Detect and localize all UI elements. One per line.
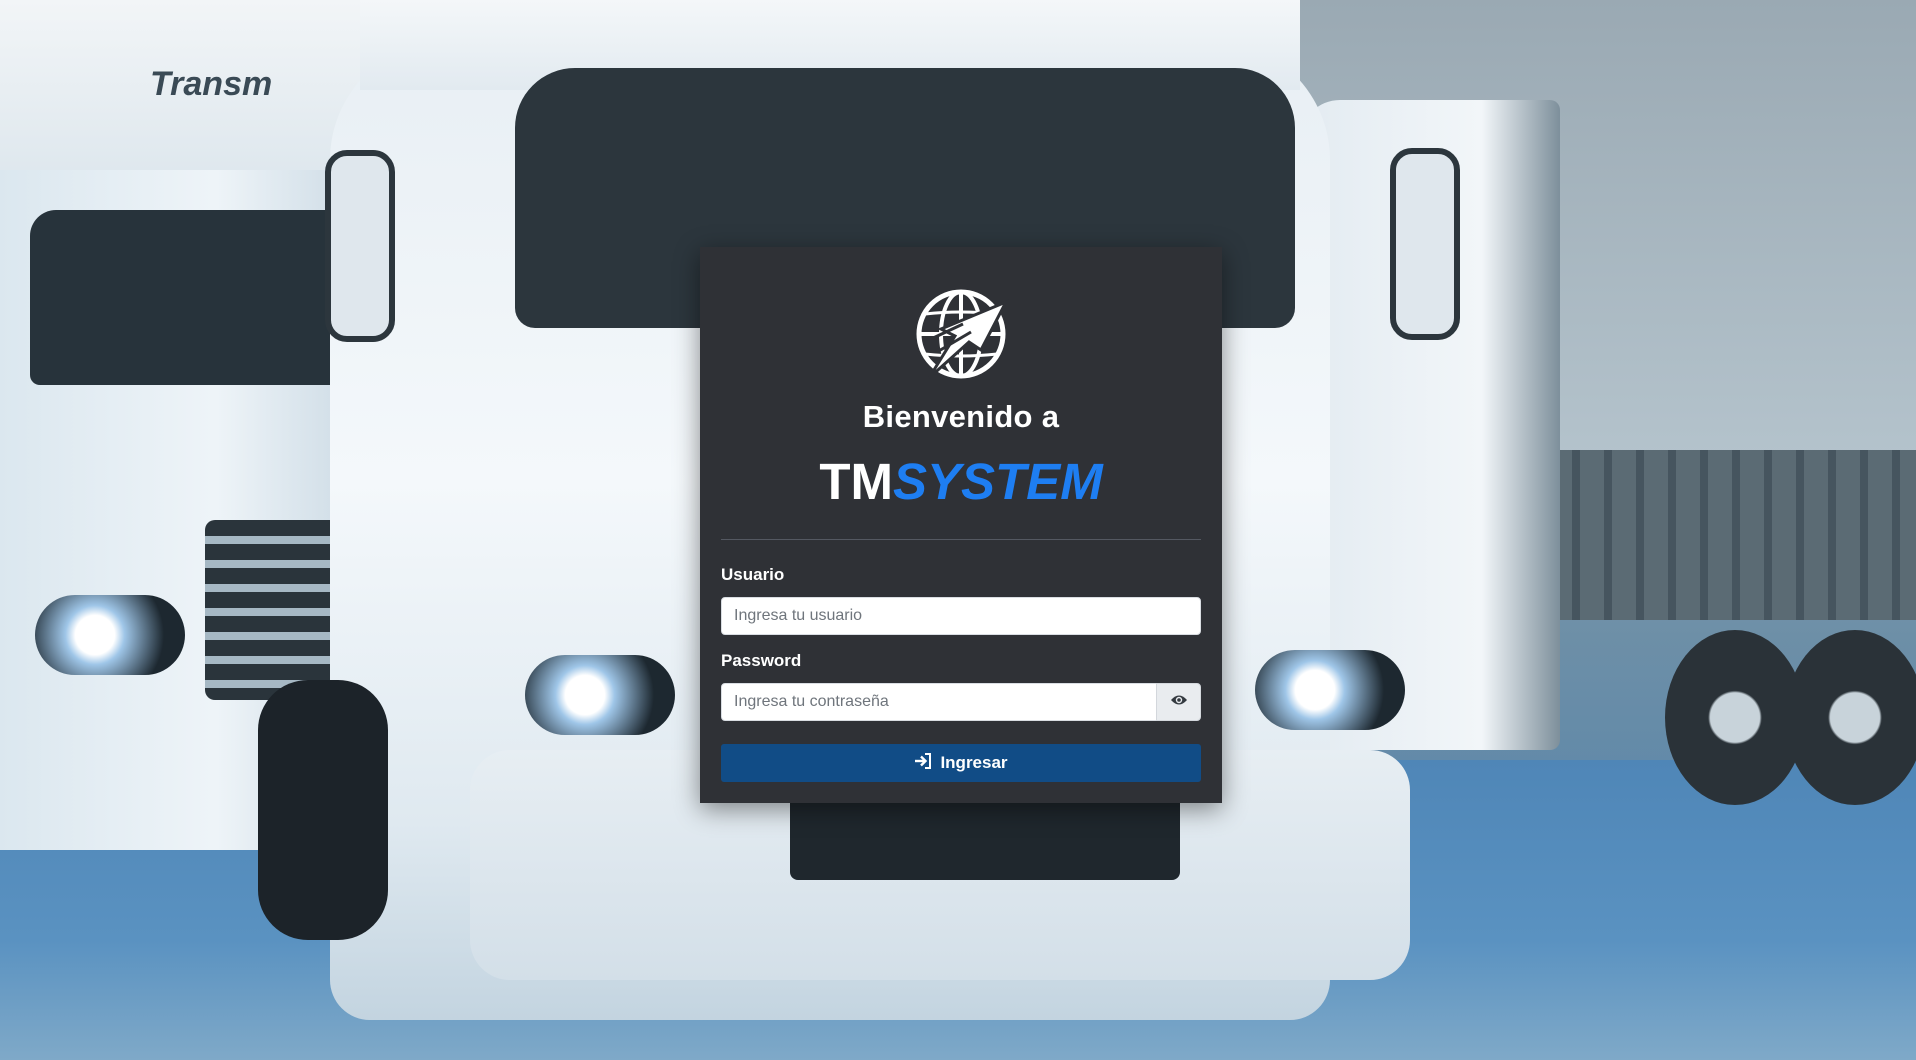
eye-icon xyxy=(1170,693,1188,712)
password-input[interactable] xyxy=(721,683,1157,721)
main-truck-tire xyxy=(258,680,388,940)
globe-plane-logo-icon xyxy=(911,284,1011,384)
left-truck-headlight xyxy=(35,595,185,675)
fence xyxy=(1540,450,1916,620)
main-truck-mirror-left xyxy=(325,150,395,342)
login-button[interactable]: Ingresar xyxy=(721,744,1201,782)
brand-primary: TM xyxy=(819,453,893,510)
username-label: Usuario xyxy=(721,565,785,584)
main-truck-mirror-right xyxy=(1390,148,1460,340)
right-truck-wheel xyxy=(1665,630,1805,805)
main-truck-headlight-right xyxy=(1255,650,1405,730)
truck-brand-text: Transm xyxy=(150,65,273,103)
right-truck-wheel xyxy=(1785,630,1916,805)
login-card: Bienvenido a TMSYSTEM Usuario Password I… xyxy=(700,247,1222,803)
main-truck-headlight-left xyxy=(525,655,675,735)
brand-title: TMSYSTEM xyxy=(700,452,1222,512)
main-truck-grille xyxy=(790,795,1180,880)
sign-in-icon xyxy=(914,752,932,774)
left-truck-windshield xyxy=(30,210,350,385)
divider xyxy=(721,539,1201,540)
welcome-heading: Bienvenido a xyxy=(862,399,1060,434)
login-button-label: Ingresar xyxy=(940,753,1008,772)
brand-secondary: SYSTEM xyxy=(892,453,1103,510)
toggle-password-button[interactable] xyxy=(1156,683,1201,721)
password-label: Password xyxy=(721,651,802,670)
username-input[interactable] xyxy=(721,597,1201,635)
